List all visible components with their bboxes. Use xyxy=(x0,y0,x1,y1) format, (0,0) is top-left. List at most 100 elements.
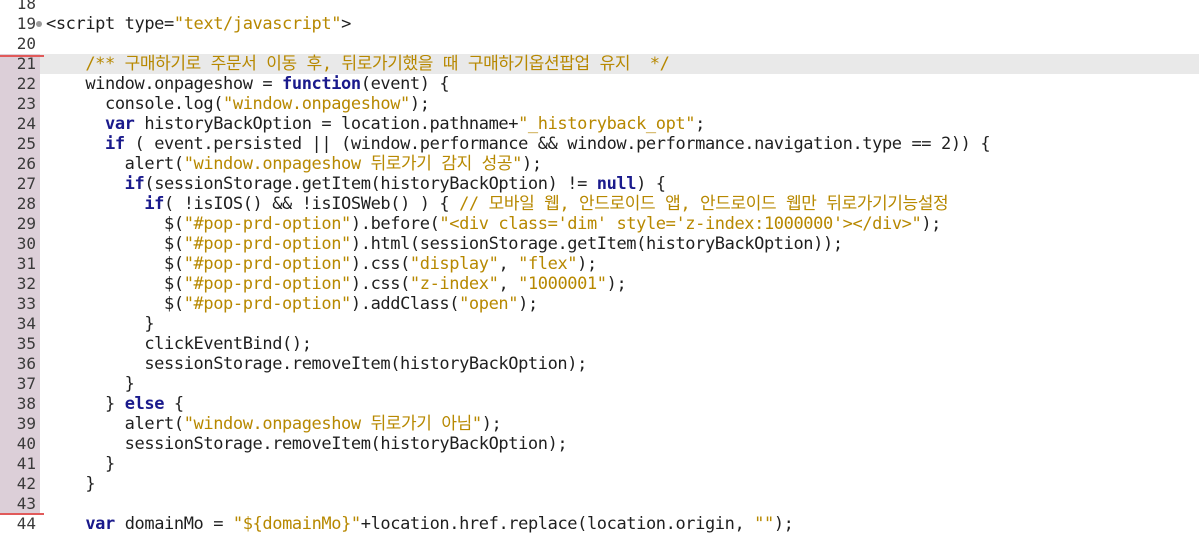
code-line[interactable]: clickEventBind(); xyxy=(40,334,1199,354)
line-number-row: 35 xyxy=(0,334,40,354)
line-number: 30 xyxy=(16,234,36,253)
line-number-row: 18 xyxy=(0,0,40,14)
code-token: null xyxy=(596,174,637,194)
code-editor[interactable]: 18 19 20 21 22 23 24 25 26 27 28 29 30 31 32 33 34 35 36 37… xyxy=(0,0,1199,534)
code-line[interactable]: if ( event.persisted || (window.performa… xyxy=(40,134,1199,154)
code-line[interactable]: if( !isIOS() && !isIOSWeb() ) { // 모바일 웹… xyxy=(40,194,1199,214)
line-number: 28 xyxy=(16,194,36,213)
selection-end-marker xyxy=(0,513,44,515)
code-token: "z-index" xyxy=(409,274,499,294)
code-token: "#pop-prd-option" xyxy=(183,234,352,254)
code-line[interactable]: $("#pop-prd-option").html(sessionStorage… xyxy=(40,234,1199,254)
code-token: ).addClass( xyxy=(350,294,460,314)
line-number: 34 xyxy=(16,314,36,333)
code-token: } xyxy=(46,394,125,414)
code-token: ( !isIOS() && !isIOSWeb() ) { xyxy=(164,194,460,214)
line-number: 21 xyxy=(16,54,36,73)
line-number: 18 xyxy=(16,0,36,13)
code-token: , xyxy=(498,274,519,294)
line-number: 40 xyxy=(16,434,36,453)
line-number-row: 34 xyxy=(0,314,40,334)
line-number: 38 xyxy=(16,394,36,413)
code-line[interactable]: /** 구매하기로 주문서 이동 후, 뒤로가기했을 때 구매하기옵션팝업 유지… xyxy=(40,54,1199,74)
code-token: if xyxy=(46,194,165,214)
line-number: 29 xyxy=(16,214,36,233)
line-number: 43 xyxy=(16,494,36,513)
code-line[interactable]: } xyxy=(40,314,1199,334)
code-line[interactable]: window.onpageshow = function(event) { xyxy=(40,74,1199,94)
code-token: "${domainMo}" xyxy=(232,514,361,534)
code-token: console.log( xyxy=(46,94,224,114)
code-token: if xyxy=(46,174,145,194)
code-token: ).html(sessionStorage.getItem(historyBac… xyxy=(350,234,843,254)
line-number-row: 29 xyxy=(0,214,40,234)
code-token: "#pop-prd-option" xyxy=(183,254,352,274)
code-token: $( xyxy=(46,254,184,274)
code-token: ).css( xyxy=(350,274,410,294)
code-token: "#pop-prd-option" xyxy=(183,214,352,234)
code-token: "display" xyxy=(409,254,499,274)
code-token: ; xyxy=(695,114,705,134)
line-number: 41 xyxy=(16,454,36,473)
code-line[interactable]: } else { xyxy=(40,394,1199,414)
code-line[interactable]: $("#pop-prd-option").addClass("open"); xyxy=(40,294,1199,314)
code-line[interactable]: } xyxy=(40,474,1199,494)
code-token: "text/javascript" xyxy=(173,14,342,34)
code-token: // 모바일 웹, 안드로이드 앱, 안드로이드 웹만 뒤로가기기능설정 xyxy=(459,194,949,214)
code-token: ); xyxy=(773,514,794,534)
line-number-row: 26 xyxy=(0,154,40,174)
line-number-row: 40 xyxy=(0,434,40,454)
code-token: , xyxy=(498,254,519,274)
line-number-row: 22 xyxy=(0,74,40,94)
code-line[interactable] xyxy=(40,0,1199,14)
line-number-row: 33 xyxy=(0,294,40,314)
code-token: ); xyxy=(522,154,542,174)
line-number-row: 42 xyxy=(0,474,40,494)
code-token: (sessionStorage.getItem(historyBackOptio… xyxy=(144,174,597,194)
line-number: 23 xyxy=(16,94,36,113)
code-line[interactable]: alert("window.onpageshow 뒤로가기 감지 성공"); xyxy=(40,154,1199,174)
code-line[interactable] xyxy=(40,494,1199,514)
line-number-row: 27 xyxy=(0,174,40,194)
code-line[interactable]: <script type="text/javascript"> xyxy=(40,14,1199,34)
line-number-row: 24 xyxy=(0,114,40,134)
code-line[interactable] xyxy=(40,34,1199,54)
code-line[interactable]: var historyBackOption = location.pathnam… xyxy=(40,114,1199,134)
code-token: } xyxy=(46,314,155,334)
line-number-row: 23 xyxy=(0,94,40,114)
code-line[interactable]: $("#pop-prd-option").css("display", "fle… xyxy=(40,254,1199,274)
code-line[interactable]: } xyxy=(40,374,1199,394)
code-token: } xyxy=(46,474,96,494)
line-number: 20 xyxy=(16,34,36,53)
code-token: ).css( xyxy=(350,254,410,274)
code-line[interactable]: console.log("window.onpageshow"); xyxy=(40,94,1199,114)
code-line[interactable]: sessionStorage.removeItem(historyBackOpt… xyxy=(40,434,1199,454)
line-number-gutter: 18 19 20 21 22 23 24 25 26 27 28 29 30 31 32 33 34 35 36 37… xyxy=(0,0,42,533)
code-token: ).before( xyxy=(350,214,440,234)
code-token: var xyxy=(46,114,135,134)
code-line[interactable]: alert("window.onpageshow 뒤로가기 아님"); xyxy=(40,414,1199,434)
code-token: $( xyxy=(46,294,184,314)
line-number-row: 43 xyxy=(0,494,40,514)
line-number-row: 44 xyxy=(0,514,40,534)
code-token: /** 구매하기로 주문서 이동 후, 뒤로가기했을 때 구매하기옵션팝업 유지… xyxy=(46,54,670,74)
line-number: 37 xyxy=(16,374,36,393)
code-line[interactable]: sessionStorage.removeItem(historyBackOpt… xyxy=(40,354,1199,374)
code-token: sessionStorage.removeItem(historyBackOpt… xyxy=(46,434,568,454)
line-number-row: 30 xyxy=(0,234,40,254)
code-line[interactable]: } xyxy=(40,454,1199,474)
code-line[interactable]: var domainMo = "${domainMo}"+location.hr… xyxy=(40,514,1199,534)
code-area[interactable]: <script type="text/javascript"> /** 구매하기… xyxy=(40,0,1199,534)
code-line[interactable]: if(sessionStorage.getItem(historyBackOpt… xyxy=(40,174,1199,194)
line-number-row: 21 xyxy=(0,54,40,74)
line-number-row: 25 xyxy=(0,134,40,154)
line-number: 25 xyxy=(16,134,36,153)
code-token: clickEventBind(); xyxy=(46,334,312,354)
code-line[interactable]: $("#pop-prd-option").before("<div class=… xyxy=(40,214,1199,234)
code-line[interactable]: $("#pop-prd-option").css("z-index", "100… xyxy=(40,274,1199,294)
line-number-row: 32 xyxy=(0,274,40,294)
line-number: 27 xyxy=(16,174,36,193)
code-token: ); xyxy=(518,294,538,314)
line-number: 33 xyxy=(16,294,36,313)
code-token: alert( xyxy=(46,414,184,434)
